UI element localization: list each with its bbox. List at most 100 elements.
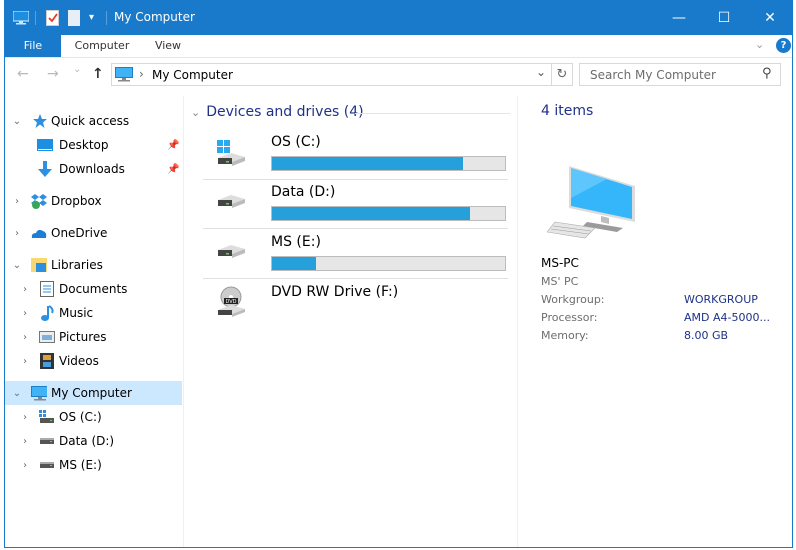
help-icon[interactable]: ? — [776, 38, 791, 53]
sidebar-item-label: Music — [59, 306, 94, 320]
chevron-right-icon[interactable]: › — [20, 308, 30, 319]
search-icon[interactable]: ⚲ — [762, 66, 772, 81]
recent-locations-button[interactable]: ⌄ — [73, 64, 81, 75]
sidebar-item-music[interactable]: › Music — [5, 301, 182, 325]
refresh-button[interactable]: ↻ — [551, 63, 573, 86]
customize-quick-access-icon[interactable]: ▾ — [89, 12, 94, 23]
computer-large-icon — [546, 158, 639, 246]
drive-usage-fill — [272, 157, 464, 170]
documents-icon — [39, 281, 55, 297]
computer-description: MS' PC — [541, 275, 579, 288]
sidebar-item-label: Quick access — [51, 114, 130, 128]
group-title: Devices and drives (4) — [206, 104, 364, 120]
chevron-right-icon[interactable]: › — [20, 284, 30, 295]
pin-icon[interactable]: 📌 — [167, 164, 179, 175]
property-value-workgroup: WORKGROUP — [684, 293, 758, 306]
chevron-right-icon[interactable]: › — [20, 436, 30, 447]
window-title: My Computer — [114, 10, 195, 24]
tab-view[interactable]: View — [143, 35, 193, 57]
sidebar-item-os-c[interactable]: › OS (C:) — [5, 405, 182, 429]
sidebar-item-dropbox[interactable]: › Dropbox — [5, 189, 182, 213]
search-placeholder: Search My Computer — [590, 68, 716, 82]
property-label-workgroup: Workgroup: — [541, 293, 605, 306]
sidebar-item-label: MS (E:) — [59, 458, 102, 472]
pictures-icon — [39, 329, 55, 345]
items-count: 4 items — [541, 103, 594, 119]
forward-button[interactable]: → — [47, 66, 59, 82]
sidebar-item-label: Videos — [59, 354, 99, 368]
chevron-down-icon[interactable]: ⌄ — [12, 116, 22, 127]
chevron-down-icon[interactable]: ⌄ — [191, 106, 200, 119]
sidebar-item-pictures[interactable]: › Pictures — [5, 325, 182, 349]
sidebar-item-label: Dropbox — [51, 194, 102, 208]
drive-item-data-d[interactable]: Data (D:) — [203, 184, 510, 234]
svg-text:DVD: DVD — [225, 299, 236, 305]
back-button[interactable]: ← — [17, 66, 29, 82]
breadcrumb-separator: › — [139, 67, 144, 81]
drive-usage-bar — [271, 156, 506, 171]
pin-icon[interactable]: 📌 — [167, 140, 179, 151]
drive-icon — [215, 194, 247, 214]
drive-icon — [39, 433, 55, 449]
sidebar-item-libraries[interactable]: ⌄ Libraries — [5, 253, 182, 277]
drive-divider — [203, 228, 508, 229]
chevron-right-icon[interactable]: › — [12, 228, 22, 239]
sidebar-item-downloads[interactable]: Downloads 📌 — [5, 157, 182, 181]
tab-file[interactable]: File — [5, 35, 61, 57]
title-bar: ▾ My Computer — ☐ ✕ — [4, 0, 793, 35]
sidebar-item-data-d[interactable]: › Data (D:) — [5, 429, 182, 453]
navigation-pane: ⌄ Quick access Desktop 📌 Downloads 📌 › D… — [5, 96, 184, 547]
chevron-right-icon[interactable]: › — [20, 460, 30, 471]
drive-name: MS (E:) — [271, 234, 321, 250]
sidebar-item-desktop[interactable]: Desktop 📌 — [5, 133, 182, 157]
drive-divider — [203, 179, 508, 180]
maximize-button[interactable]: ☐ — [701, 0, 747, 35]
tab-computer[interactable]: Computer — [67, 35, 137, 57]
sidebar-item-label: Downloads — [59, 162, 125, 176]
search-input[interactable]: Search My Computer ⚲ — [579, 63, 781, 86]
sidebar-item-quick-access[interactable]: ⌄ Quick access — [5, 109, 182, 133]
group-header-devices[interactable]: ⌄ Devices and drives (4) — [191, 104, 364, 120]
drive-divider — [203, 278, 508, 279]
sidebar-item-my-computer[interactable]: ⌄ My Computer — [5, 381, 182, 405]
onedrive-icon — [31, 225, 47, 241]
new-folder-icon[interactable] — [68, 10, 80, 30]
chevron-down-icon[interactable]: ⌄ — [12, 260, 22, 271]
drive-usage-bar — [271, 256, 506, 271]
maximize-icon: ☐ — [717, 9, 731, 26]
group-divider — [355, 113, 510, 114]
sidebar-item-documents[interactable]: › Documents — [5, 277, 182, 301]
chevron-right-icon[interactable]: › — [20, 332, 30, 343]
sidebar-item-videos[interactable]: › Videos — [5, 349, 182, 373]
property-label-processor: Processor: — [541, 311, 598, 324]
os-drive-icon — [39, 409, 55, 425]
chevron-down-icon[interactable]: ⌄ — [12, 388, 22, 399]
close-button[interactable]: ✕ — [747, 0, 793, 35]
chevron-right-icon[interactable]: › — [20, 356, 30, 367]
download-icon — [37, 161, 53, 177]
address-bar[interactable]: › My Computer ⌄ — [111, 63, 552, 86]
minimize-button[interactable]: — — [656, 0, 702, 35]
drive-name: DVD RW Drive (F:) — [271, 284, 399, 300]
drive-item-ms-e[interactable]: MS (E:) — [203, 234, 510, 284]
sidebar-item-label: Documents — [59, 282, 128, 296]
computer-icon — [115, 67, 133, 85]
properties-icon[interactable] — [46, 10, 60, 30]
sidebar-item-onedrive[interactable]: › OneDrive — [5, 221, 182, 245]
videos-icon — [39, 353, 55, 369]
desktop-icon — [37, 137, 53, 153]
chevron-right-icon[interactable]: › — [20, 412, 30, 423]
sidebar-item-label: Desktop — [59, 138, 109, 152]
up-button[interactable]: ↑ — [92, 66, 104, 82]
sidebar-item-label: My Computer — [51, 386, 132, 400]
drive-item-os-c[interactable]: OS (C:) — [203, 134, 510, 184]
sidebar-item-ms-e[interactable]: › MS (E:) — [5, 453, 182, 477]
drive-item-dvd-f[interactable]: DVD DVD RW Drive (F:) — [203, 284, 510, 334]
address-dropdown-icon[interactable]: ⌄ — [536, 65, 546, 79]
content-pane: ⌄ Devices and drives (4) OS (C:) Data (D… — [185, 96, 518, 547]
breadcrumb-my-computer[interactable]: My Computer — [152, 68, 233, 82]
chevron-right-icon[interactable]: › — [12, 196, 22, 207]
property-value-processor: AMD A4-5000... — [684, 311, 770, 324]
expand-ribbon-icon[interactable]: ⌄ — [755, 38, 764, 51]
drive-usage-fill — [272, 257, 317, 270]
